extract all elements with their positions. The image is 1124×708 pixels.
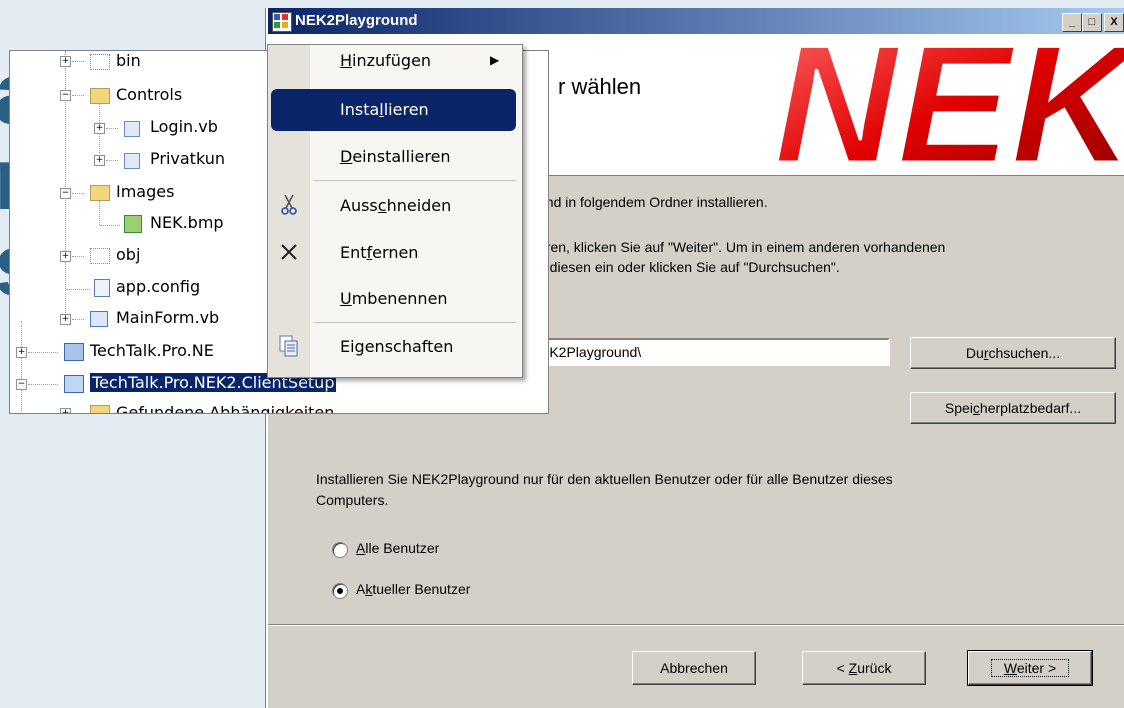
scope-text-line-1: Installieren Sie NEK2Playground nur für …	[316, 471, 893, 487]
menu-separator	[314, 180, 516, 181]
nek-logo: NEK	[773, 34, 1124, 174]
setup-project-icon	[64, 375, 84, 393]
tree-line	[106, 128, 118, 129]
setup-app-icon	[272, 12, 292, 32]
properties-icon	[279, 335, 298, 357]
form-icon	[90, 311, 108, 327]
folder-value: EK2Playground\	[540, 344, 642, 360]
tree-item-dependencies[interactable]: Gefundene Abhängigkeiten	[116, 403, 334, 413]
tree-line	[72, 256, 84, 257]
usercontrol-icon	[124, 153, 140, 169]
intro-text: und in folgendem Ordner installieren.	[538, 194, 768, 210]
tree-line	[106, 160, 118, 161]
tree-item-techtalk-project[interactable]: TechTalk.Pro.NE	[90, 341, 214, 363]
menu-separator	[314, 322, 516, 323]
folder-icon	[90, 185, 110, 201]
tree-line	[72, 61, 84, 62]
menu-item-properties[interactable]: Eigenschaften	[268, 327, 522, 367]
submenu-arrow-icon: ▶	[490, 53, 500, 67]
tree-line	[72, 95, 84, 96]
logo-text: NEK	[774, 34, 1124, 174]
close-button[interactable]: X	[1104, 13, 1124, 32]
expand-toggle[interactable]: +	[60, 251, 71, 262]
tree-line	[66, 289, 90, 290]
scope-text-line-2: Computers.	[316, 492, 389, 508]
tree-item-app-config[interactable]: app.config	[116, 277, 200, 299]
instructions-line-2: e diesen ein oder klicken Sie auf "Durch…	[538, 259, 840, 275]
disk-cost-button[interactable]: Speicherplatzbedarf...	[910, 392, 1116, 424]
vb-project-icon	[64, 343, 84, 361]
window-title: NEK2Playground	[295, 12, 418, 29]
folder-input[interactable]: EK2Playground\	[534, 338, 890, 366]
folder-icon	[90, 405, 110, 413]
expand-toggle[interactable]: +	[60, 56, 71, 67]
expand-toggle[interactable]: +	[94, 155, 105, 166]
config-file-icon	[94, 279, 110, 297]
context-menu: Hinzufügen ▶ Installieren Deinstallieren…	[267, 44, 523, 378]
folder-icon	[90, 54, 110, 70]
title-bar[interactable]: NEK2Playground _ □ X	[268, 8, 1124, 34]
menu-item-remove[interactable]: Entfernen	[268, 233, 522, 273]
menu-item-add[interactable]: Hinzufügen ▶	[268, 45, 522, 85]
bitmap-icon	[124, 215, 142, 233]
tree-line	[99, 201, 100, 225]
expand-toggle[interactable]: +	[16, 347, 27, 358]
maximize-button[interactable]: □	[1082, 13, 1102, 32]
usercontrol-icon	[124, 121, 140, 137]
minimize-button[interactable]: _	[1062, 13, 1082, 32]
expand-toggle[interactable]: +	[60, 314, 71, 325]
tree-line	[21, 321, 22, 411]
header-title: r wählen	[558, 74, 642, 99]
scissors-icon	[281, 194, 297, 215]
tree-item-mainform-vb[interactable]: MainForm.vb	[116, 308, 219, 330]
radio-all-users[interactable]	[332, 542, 348, 558]
folder-open-icon	[90, 88, 110, 104]
menu-item-cut[interactable]: Ausschneiden	[268, 186, 522, 226]
folder-icon	[90, 248, 110, 264]
radio-current-user-label[interactable]: Aktueller Benutzer	[356, 581, 470, 597]
expand-toggle[interactable]: +	[94, 123, 105, 134]
tree-line	[100, 225, 120, 226]
radio-current-user[interactable]	[332, 583, 348, 599]
radio-all-users-label[interactable]: Alle Benutzer	[356, 540, 439, 556]
menu-item-rename[interactable]: Umbenennen	[268, 279, 522, 319]
tree-item-bin[interactable]: bin	[116, 51, 141, 73]
cancel-button[interactable]: Abbrechen	[632, 651, 756, 685]
tree-item-nek-bmp[interactable]: NEK.bmp	[150, 213, 224, 235]
collapse-toggle[interactable]: −	[16, 379, 27, 390]
tree-item-login-vb[interactable]: Login.vb	[150, 117, 218, 139]
tree-item-obj[interactable]: obj	[116, 245, 140, 267]
back-button[interactable]: < Zurück	[802, 651, 926, 685]
footer-separator	[268, 624, 1124, 626]
collapse-toggle[interactable]: −	[60, 188, 71, 199]
tree-line	[72, 193, 84, 194]
menu-item-install[interactable]: Installieren	[268, 89, 522, 131]
tree-line	[28, 352, 58, 353]
collapse-toggle[interactable]: −	[60, 90, 71, 101]
browse-button[interactable]: Durchsuchen...	[910, 337, 1116, 369]
delete-x-icon	[281, 244, 297, 260]
tree-line	[28, 384, 58, 385]
tree-item-images[interactable]: Images	[116, 182, 174, 204]
tree-item-controls[interactable]: Controls	[116, 85, 182, 107]
tree-line	[72, 319, 84, 320]
instructions-line-1: eren, klicken Sie auf "Weiter". Um in ei…	[538, 239, 946, 255]
next-button[interactable]: Weiter >	[967, 650, 1093, 686]
expand-toggle[interactable]: +	[60, 408, 71, 413]
menu-item-uninstall[interactable]: Deinstallieren	[268, 137, 522, 177]
tree-item-privatkun[interactable]: Privatkun	[150, 149, 225, 171]
